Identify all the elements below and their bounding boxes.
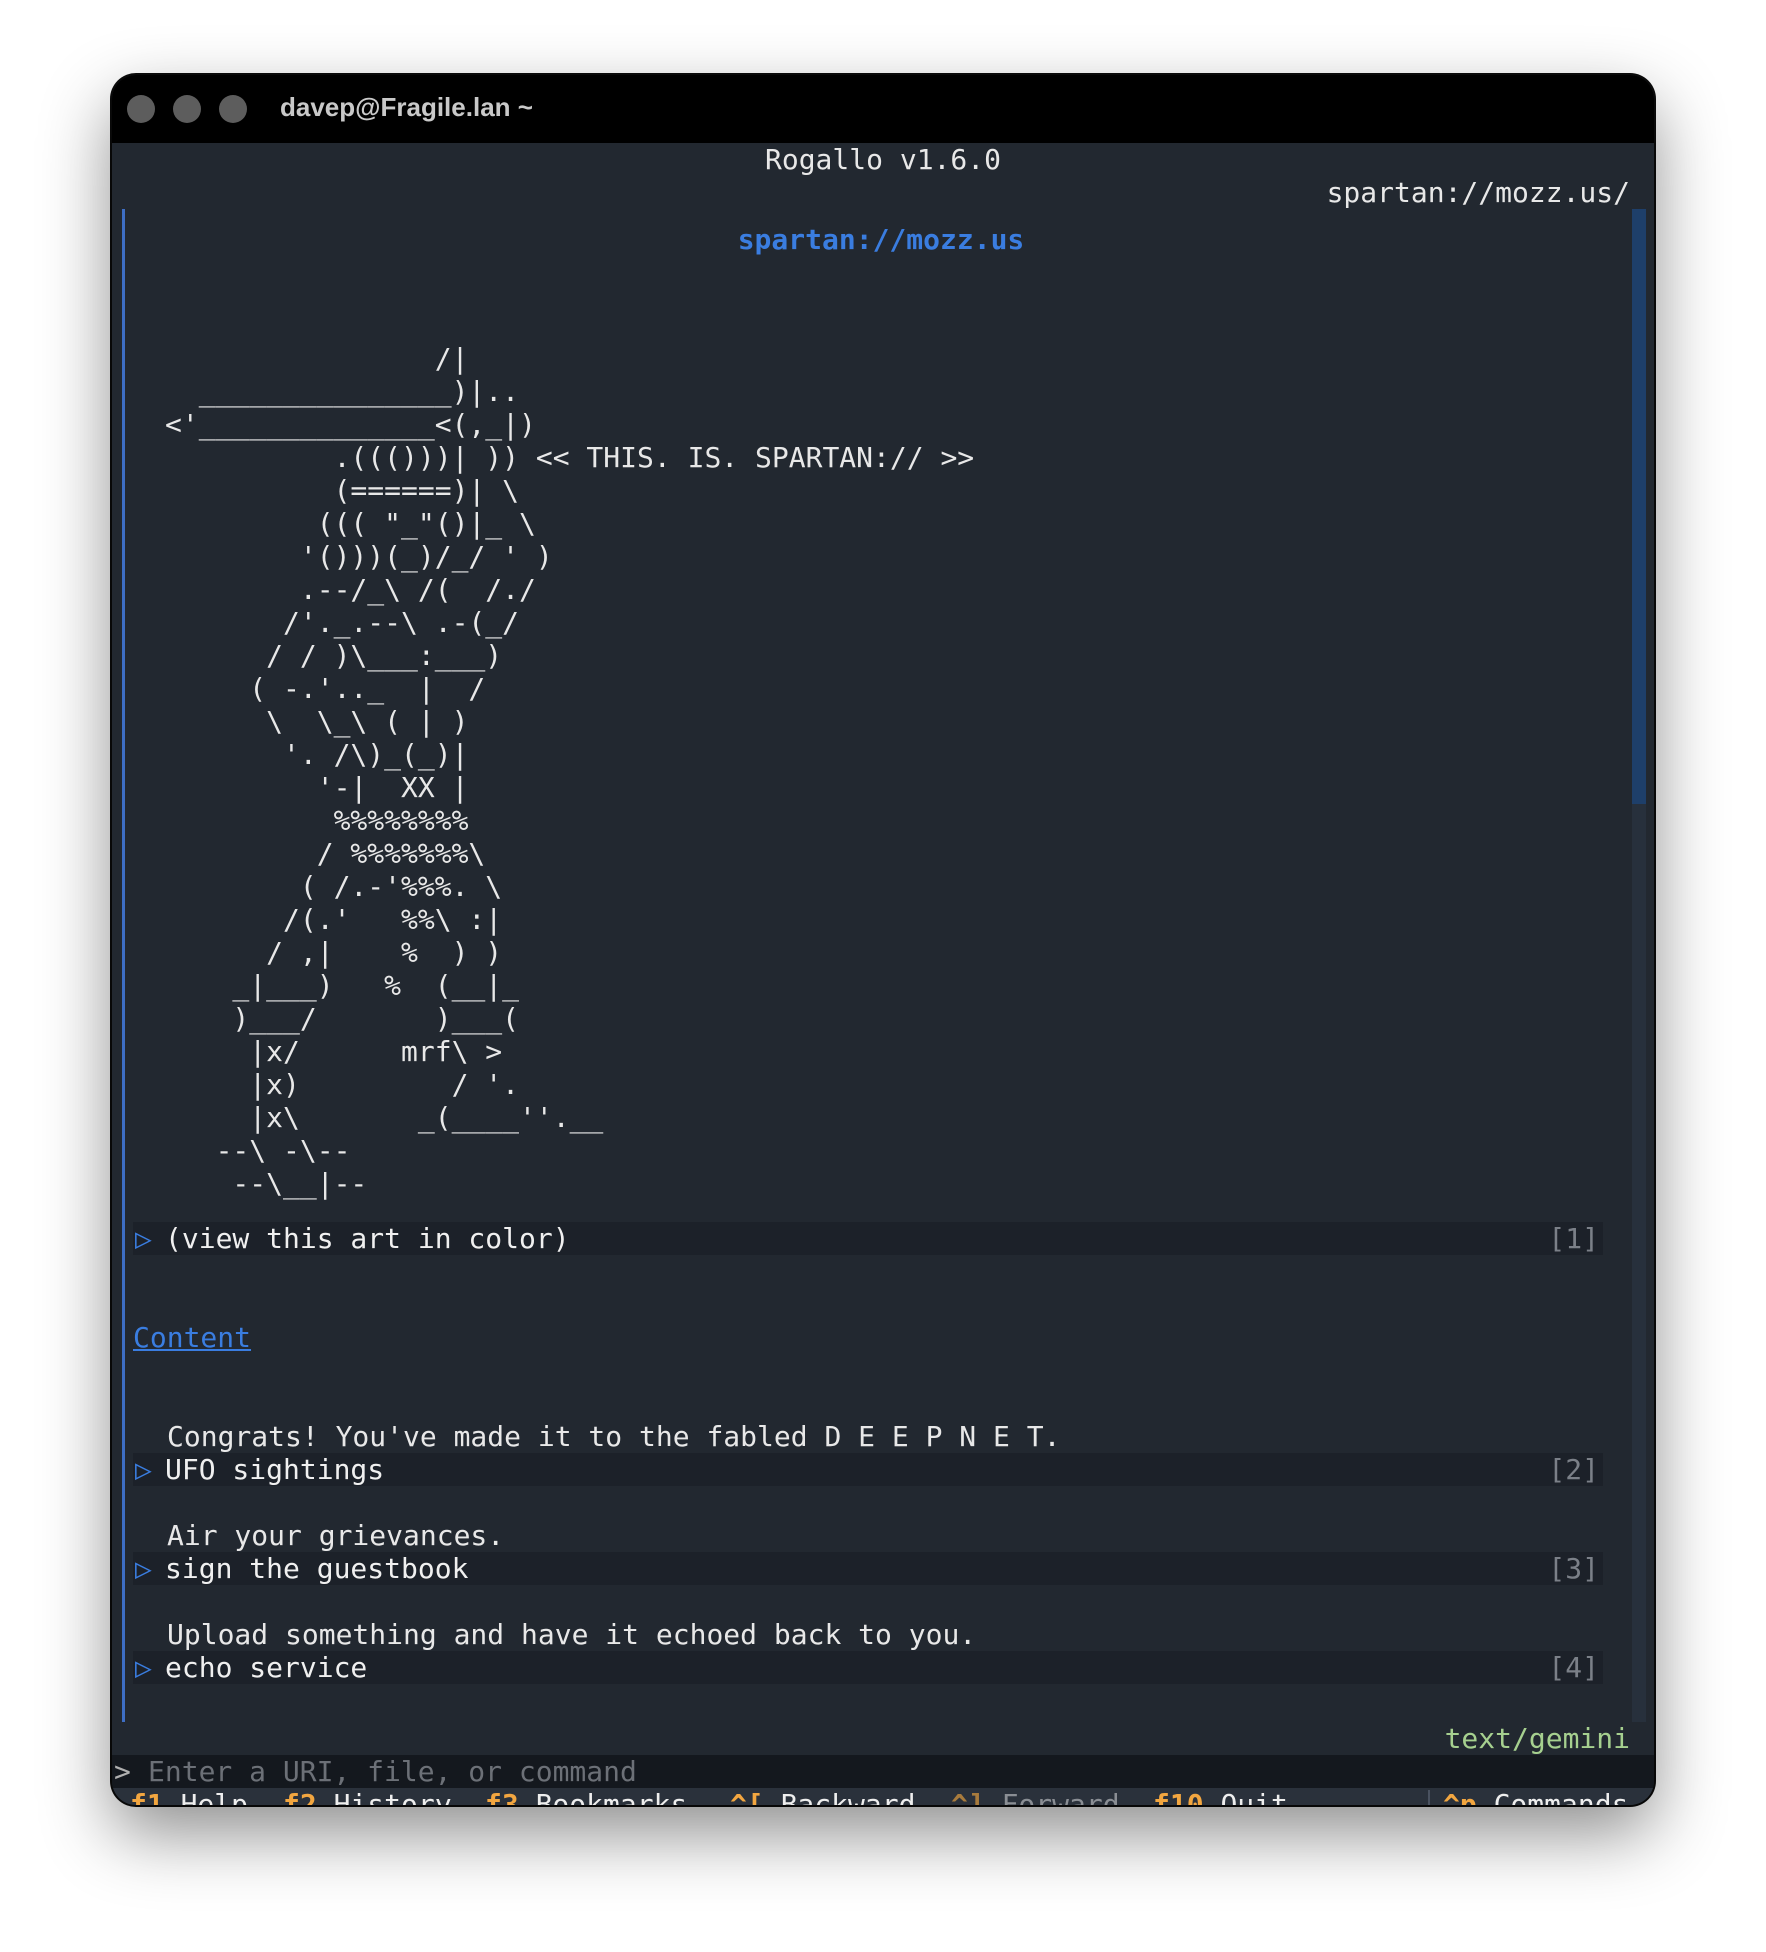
close-window-button[interactable] xyxy=(127,95,155,123)
terminal-window: davep@Fragile.lan ~ Rogallo v1.6.0 spart… xyxy=(112,75,1654,1805)
footer-key-bookmarks[interactable]: f3 Bookmarks xyxy=(485,1788,687,1805)
footer-key-backward[interactable]: ^[ Backward xyxy=(730,1788,915,1805)
link-arrow-icon: ▷ xyxy=(135,1222,152,1255)
zoom-window-button[interactable] xyxy=(219,95,247,123)
key-label: Quit xyxy=(1220,1788,1288,1805)
footer-key-forward[interactable]: ^] Forward xyxy=(951,1788,1120,1805)
command-bar: > xyxy=(112,1755,1654,1788)
key-name: ^[ xyxy=(730,1788,764,1805)
current-url: spartan://mozz.us/ xyxy=(1326,176,1630,209)
key-label: Commands xyxy=(1493,1788,1629,1805)
key-name: f2 xyxy=(283,1788,317,1805)
footer-divider xyxy=(1428,1790,1430,1805)
prompt-icon: > xyxy=(114,1755,131,1788)
command-input[interactable] xyxy=(148,1755,1628,1788)
paragraph-deepnet: Congrats! You've made it to the fabled D… xyxy=(167,1420,1061,1453)
key-name: ^] xyxy=(951,1788,985,1805)
ascii-art: /| _______________)|.. <'______________<… xyxy=(165,342,975,1200)
paragraph-echo: Upload something and have it echoed back… xyxy=(167,1618,977,1651)
footer-key-commands[interactable]: ^p Commands xyxy=(1443,1788,1628,1805)
key-label: Bookmarks xyxy=(535,1788,688,1805)
minimize-window-button[interactable] xyxy=(173,95,201,123)
link-echo-service[interactable]: ▷ echo service [4] xyxy=(133,1651,1603,1684)
link-number: [4] xyxy=(1548,1651,1599,1684)
key-label: Forward xyxy=(1001,1788,1120,1805)
footer-keys: f1 Help f2 History f3 Bookmarks ^[ Backw… xyxy=(112,1788,1654,1805)
key-name: f1 xyxy=(130,1788,164,1805)
link-label: echo service xyxy=(165,1651,368,1684)
key-label: History xyxy=(333,1788,452,1805)
link-number: [1] xyxy=(1548,1222,1599,1255)
document-heading: spartan://mozz.us xyxy=(737,223,1025,256)
paragraph-grievances: Air your grievances. xyxy=(167,1519,505,1552)
key-label: Help xyxy=(180,1788,249,1805)
link-view-art-in-color[interactable]: ▷ (view this art in color) [1] xyxy=(133,1222,1603,1255)
link-arrow-icon: ▷ xyxy=(135,1651,152,1684)
footer-key-help[interactable]: f1 Help xyxy=(130,1788,248,1805)
window-title: davep@Fragile.lan ~ xyxy=(280,92,533,122)
link-number: [3] xyxy=(1548,1552,1599,1585)
footer-key-history[interactable]: f2 History xyxy=(283,1788,452,1805)
content-link[interactable]: Content xyxy=(133,1321,251,1354)
key-name: f3 xyxy=(485,1788,519,1805)
document-scrollbar[interactable] xyxy=(1632,209,1646,1722)
link-label: (view this art in color) xyxy=(165,1222,570,1255)
document-view[interactable]: spartan://mozz.us /| _______________)|..… xyxy=(122,209,1637,1722)
terminal-area: Rogallo v1.6.0 spartan://mozz.us/ sparta… xyxy=(112,143,1654,1805)
title-bar: davep@Fragile.lan ~ xyxy=(112,75,1654,143)
link-label: UFO sightings xyxy=(165,1453,385,1486)
link-label: sign the guestbook xyxy=(165,1552,469,1585)
link-arrow-icon: ▷ xyxy=(135,1453,152,1486)
scrollbar-thumb[interactable] xyxy=(1632,209,1646,804)
app-title: Rogallo v1.6.0 xyxy=(764,143,1001,176)
footer-key-quit[interactable]: f10 Quit xyxy=(1153,1788,1288,1805)
key-name: ^p xyxy=(1443,1788,1477,1805)
link-number: [2] xyxy=(1548,1453,1599,1486)
link-ufo-sightings[interactable]: ▷ UFO sightings [2] xyxy=(133,1453,1603,1486)
key-name: f10 xyxy=(1153,1788,1204,1805)
link-arrow-icon: ▷ xyxy=(135,1552,152,1585)
mime-type: text/gemini xyxy=(1444,1722,1630,1755)
key-label: Backward xyxy=(780,1788,916,1805)
link-sign-guestbook[interactable]: ▷ sign the guestbook [3] xyxy=(133,1552,1603,1585)
